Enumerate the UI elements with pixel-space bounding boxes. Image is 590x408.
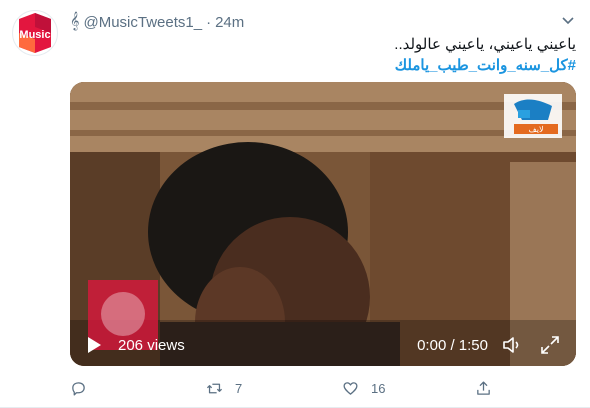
video-controls: 206 views 0:00 / 1:50: [70, 320, 576, 366]
like-button[interactable]: 16: [342, 380, 385, 397]
heart-icon: [343, 381, 358, 395]
channel-logo-text: لايف: [528, 125, 543, 134]
music-clef-icon: 𝄞: [70, 13, 80, 30]
hashtag-link[interactable]: #كل_سنه_وانت_طيب_ياملك: [76, 55, 576, 76]
share-button[interactable]: [475, 380, 492, 397]
share-icon: [477, 380, 490, 395]
retweet-button[interactable]: 7: [206, 380, 242, 397]
view-count: 206 views: [118, 337, 185, 354]
tweet[interactable]: Music 𝄞 @MusicTweets1_ · 24m ياعيني ياعي…: [0, 0, 590, 408]
retweet-icon: [206, 383, 223, 393]
video-time: 0:00 / 1:50: [417, 337, 488, 354]
channel-logo-icon: لايف: [504, 94, 562, 138]
retweet-count: 7: [235, 380, 243, 396]
chevron-down-icon[interactable]: [560, 12, 576, 28]
avatar-label: Music: [19, 29, 50, 41]
separator-dot: ·: [206, 13, 212, 31]
play-icon[interactable]: [86, 336, 102, 354]
tweet-text-line: ياعيني ياعيني، ياعيني عالولد..: [394, 36, 576, 53]
avatar[interactable]: Music: [12, 10, 58, 56]
tweet-actions: 7 16: [70, 378, 520, 398]
video-player[interactable]: لايف 206 views 0:00 / 1:50: [70, 82, 576, 366]
tweet-text: ياعيني ياعيني، ياعيني عالولد.. #كل_سنه_و…: [76, 34, 576, 76]
volume-muted-icon[interactable]: [502, 335, 524, 355]
music-logo-icon: Music: [19, 13, 51, 53]
user-handle[interactable]: @MusicTweets1_: [83, 14, 202, 31]
like-count: 16: [371, 380, 386, 396]
reply-icon: [72, 381, 85, 396]
tweet-header: 𝄞 @MusicTweets1_ · 24m: [70, 12, 244, 32]
tweet-time[interactable]: 24m: [215, 14, 244, 31]
reply-button[interactable]: [70, 380, 99, 397]
fullscreen-icon[interactable]: [540, 335, 560, 355]
